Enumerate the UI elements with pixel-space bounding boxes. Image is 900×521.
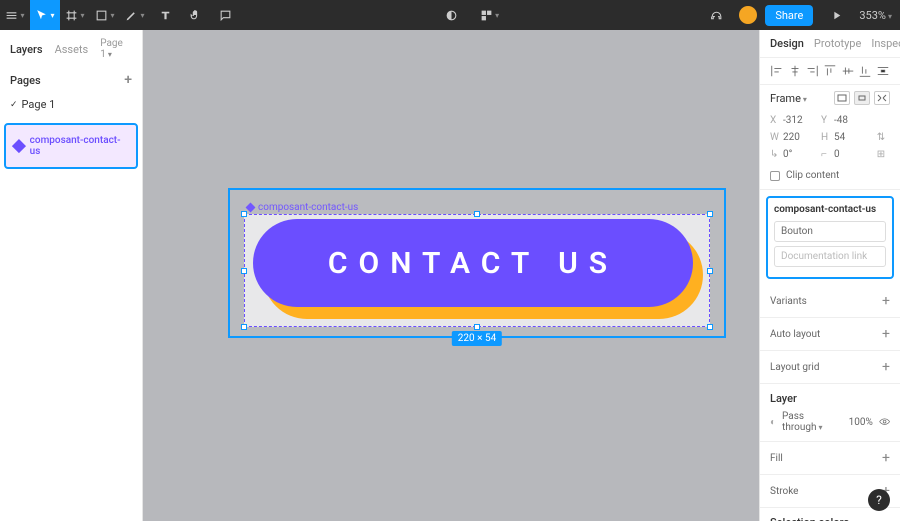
layout-grid-section[interactable]: Layout grid+: [760, 351, 900, 384]
height-input[interactable]: H54: [821, 132, 868, 143]
page-item[interactable]: ✓Page 1: [0, 94, 142, 115]
component-frame[interactable]: CONTACT US 220 × 54: [244, 214, 710, 327]
radius-input[interactable]: ⌐0: [821, 149, 868, 160]
resize-handle[interactable]: [474, 324, 480, 330]
resize-handle[interactable]: [241, 268, 247, 274]
resize-handle[interactable]: [241, 211, 247, 217]
help-button[interactable]: ?: [868, 489, 890, 511]
present-button[interactable]: [821, 0, 851, 30]
user-avatar[interactable]: [739, 6, 757, 24]
layers-panel: Layers Assets Page 1▾ Pages + ✓Page 1 co…: [0, 30, 143, 521]
layer-section-heading: Layer: [770, 392, 890, 405]
resize-handle[interactable]: [707, 211, 713, 217]
pages-heading: Pages: [10, 74, 41, 87]
align-bottom-button[interactable]: [858, 64, 872, 78]
x-input[interactable]: X-312: [770, 115, 817, 126]
share-button[interactable]: Share: [765, 5, 813, 26]
resize-handle[interactable]: [241, 324, 247, 330]
pen-tool-button[interactable]: ▾: [120, 0, 150, 30]
variants-section[interactable]: Variants+: [760, 285, 900, 318]
align-right-button[interactable]: [805, 64, 819, 78]
resize-handle[interactable]: [474, 211, 480, 217]
contact-us-button: CONTACT US: [253, 219, 693, 307]
design-panel: Design Prototype Inspect Frame▾ X-312 Y-…: [759, 30, 900, 521]
component-name-label: composant-contact-us: [774, 204, 886, 215]
shape-tool-button[interactable]: ▾: [90, 0, 120, 30]
resize-handle[interactable]: [707, 268, 713, 274]
resize-mode-button[interactable]: [854, 91, 870, 105]
headphones-icon[interactable]: [701, 0, 731, 30]
align-left-button[interactable]: [770, 64, 784, 78]
design-tab[interactable]: Design: [770, 37, 804, 50]
zoom-display[interactable]: 353%▾: [859, 9, 892, 22]
component-properties-section: composant-contact-us Bouton Documentatio…: [766, 196, 894, 279]
dark-mode-icon[interactable]: [437, 0, 467, 30]
resize-mode-button[interactable]: [834, 91, 850, 105]
assets-tab[interactable]: Assets: [55, 43, 89, 56]
width-input[interactable]: W220: [770, 132, 817, 143]
layer-item-component[interactable]: composant-contact-us: [10, 133, 132, 159]
canvas-area[interactable]: composant-contact-us CONTACT US 220 × 54: [143, 30, 759, 521]
distribute-button[interactable]: [876, 64, 890, 78]
hand-tool-button[interactable]: [180, 0, 210, 30]
align-hcenter-button[interactable]: [788, 64, 802, 78]
documentation-link-input[interactable]: Documentation link: [774, 246, 886, 267]
opacity-input[interactable]: 100%: [849, 417, 873, 428]
dimensions-badge: 220 × 54: [452, 331, 502, 346]
comment-tool-button[interactable]: [210, 0, 240, 30]
component-description-input[interactable]: Bouton: [774, 221, 886, 242]
resize-to-fit-button[interactable]: [874, 91, 890, 105]
blend-mode-select[interactable]: Pass through▾: [782, 411, 843, 433]
component-menu-button[interactable]: ▾: [475, 0, 505, 30]
frame-section-label: Frame▾: [770, 92, 807, 105]
prototype-tab[interactable]: Prototype: [814, 37, 861, 50]
selection-colors-heading: Selection colors: [770, 516, 890, 521]
visibility-toggle[interactable]: [879, 416, 890, 428]
frame-tool-button[interactable]: ▾: [60, 0, 90, 30]
selected-layer-highlight: composant-contact-us: [4, 123, 138, 169]
text-tool-button[interactable]: [150, 0, 180, 30]
auto-layout-section[interactable]: Auto layout+: [760, 318, 900, 351]
align-top-button[interactable]: [823, 64, 837, 78]
move-tool-button[interactable]: ▾: [30, 0, 60, 30]
layers-tab[interactable]: Layers: [10, 43, 43, 56]
align-vcenter-button[interactable]: [841, 64, 855, 78]
blend-mode-icon: ◐: [770, 417, 776, 428]
fill-section[interactable]: Fill+: [760, 442, 900, 475]
main-menu-button[interactable]: ▾: [0, 0, 30, 30]
page-selector[interactable]: Page 1▾: [100, 38, 132, 60]
inspect-tab[interactable]: Inspect: [871, 37, 900, 50]
independent-corners-button[interactable]: ⊞: [872, 149, 890, 160]
y-input[interactable]: Y-48: [821, 115, 868, 126]
component-icon: [12, 139, 26, 153]
rotation-input[interactable]: ↳0°: [770, 149, 817, 160]
clip-content-checkbox[interactable]: Clip content: [770, 166, 890, 181]
resize-handle[interactable]: [707, 324, 713, 330]
constrain-proportions-button[interactable]: ⇅: [872, 132, 890, 143]
top-toolbar: ▾ ▾ ▾ ▾ ▾ ▾ Share 353%▾: [0, 0, 900, 30]
add-page-button[interactable]: +: [124, 72, 132, 88]
